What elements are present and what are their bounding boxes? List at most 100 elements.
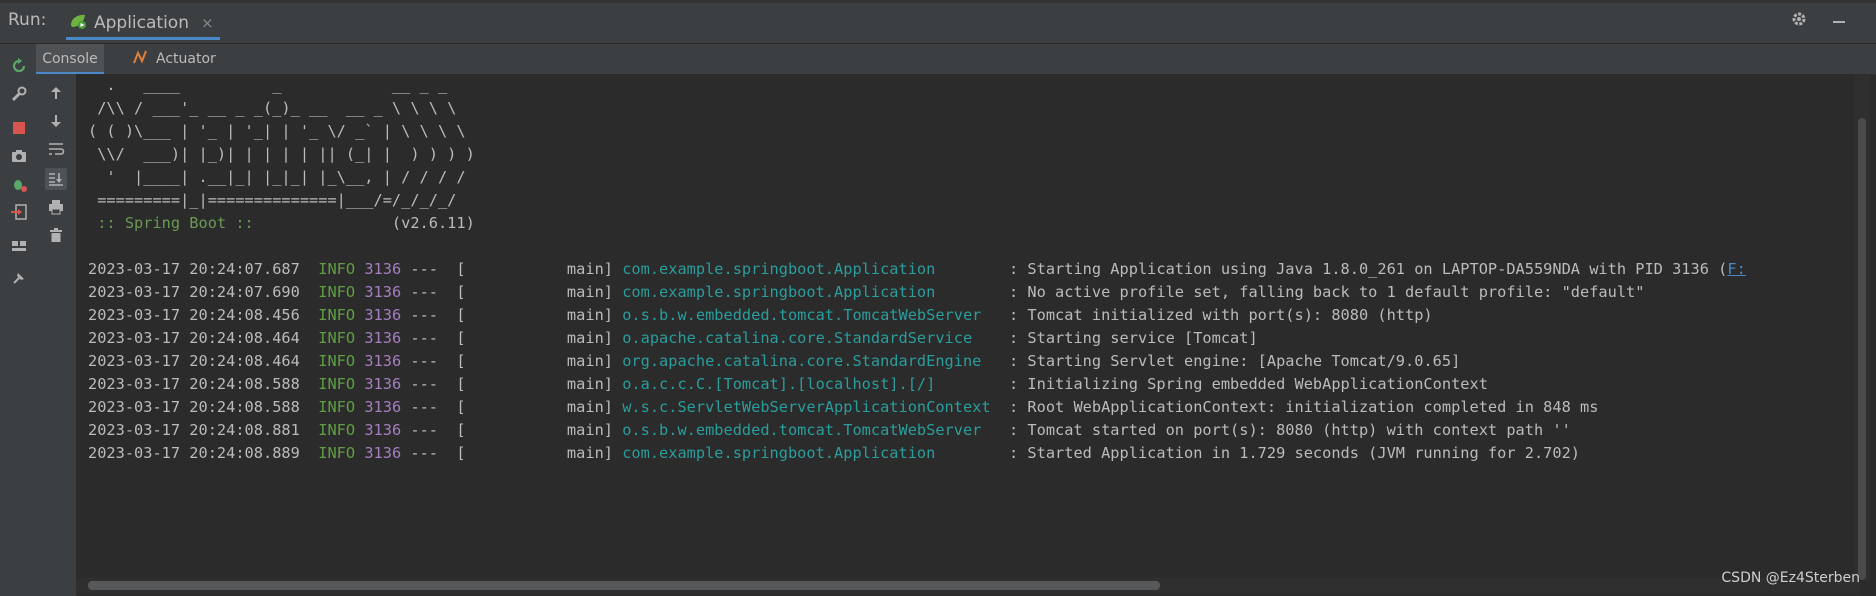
log-logger: o.s.b.w.embedded.tomcat.TomcatWebServer xyxy=(622,421,1000,439)
tab-console[interactable]: Console xyxy=(36,44,104,74)
run-toolbar: Run: Application × xyxy=(0,0,1876,44)
spring-boot-version: (v2.6.11) xyxy=(253,214,475,232)
log-row: 2023-03-17 20:24:08.889 INFO 3136 --- [ … xyxy=(88,444,1580,462)
log-message: : Started Application in 1.729 seconds (… xyxy=(999,444,1580,462)
log-thread: --- [ main] xyxy=(410,260,623,278)
log-timestamp: 2023-03-17 20:24:08.588 xyxy=(88,375,319,393)
log-logger: com.example.springboot.Application xyxy=(622,444,1000,462)
tab-application[interactable]: Application × xyxy=(62,6,224,40)
log-timestamp: 2023-03-17 20:24:08.889 xyxy=(88,444,319,462)
log-level: INFO xyxy=(318,352,365,370)
log-logger: com.example.springboot.Application xyxy=(622,260,1000,278)
banner-line: ( ( )\___ | '_ | '_| | '_ \/ _` | \ \ \ … xyxy=(88,122,466,140)
log-thread: --- [ main] xyxy=(410,306,623,324)
close-icon[interactable]: × xyxy=(201,14,214,32)
log-pid: 3136 xyxy=(364,375,411,393)
log-thread: --- [ main] xyxy=(410,421,623,439)
banner-line: =========|_|==============|___/=/_/_/_/ xyxy=(88,191,457,209)
horizontal-scrollbar[interactable] xyxy=(88,581,1160,590)
run-label: Run: xyxy=(8,10,47,30)
log-level: INFO xyxy=(318,283,365,301)
log-logger: com.example.springboot.Application xyxy=(622,283,1000,301)
log-logger: o.s.b.w.embedded.tomcat.TomcatWebServer xyxy=(622,306,1000,324)
log-message: : Tomcat initialized with port(s): 8080 … xyxy=(999,306,1433,324)
log-message: : Starting Application using Java 1.8.0_… xyxy=(999,260,1728,278)
vertical-scrollbar[interactable] xyxy=(1858,118,1866,580)
console-tabs: Console Actuator xyxy=(36,44,1876,75)
log-row: 2023-03-17 20:24:07.687 INFO 3136 --- [ … xyxy=(88,260,1746,278)
log-thread: --- [ main] xyxy=(410,398,623,416)
wrench-icon[interactable] xyxy=(9,84,29,104)
window-top-strip xyxy=(0,0,1876,3)
trash-icon[interactable] xyxy=(45,224,67,246)
log-message: : Starting Servlet engine: [Apache Tomca… xyxy=(999,352,1461,370)
console-output[interactable]: . ____ _ __ _ _ /\\ / ___'_ __ _ _(_)_ _… xyxy=(76,74,1860,580)
log-row: 2023-03-17 20:24:08.456 INFO 3136 --- [ … xyxy=(88,306,1433,324)
log-row: 2023-03-17 20:24:08.464 INFO 3136 --- [ … xyxy=(88,352,1460,370)
log-pid: 3136 xyxy=(364,306,411,324)
log-thread: --- [ main] xyxy=(410,375,623,393)
log-thread: --- [ main] xyxy=(410,283,623,301)
banner-line: . ____ _ __ _ _ xyxy=(88,76,448,94)
minimize-icon[interactable] xyxy=(1830,10,1848,33)
layout-icon[interactable] xyxy=(9,236,29,256)
banner-line: \\/ ___)| |_)| | | | | || (_| | ) ) ) ) xyxy=(88,145,475,163)
tab-console-label: Console xyxy=(42,51,98,67)
tab-actuator-label: Actuator xyxy=(156,51,216,67)
log-level: INFO xyxy=(318,375,365,393)
log-timestamp: 2023-03-17 20:24:08.464 xyxy=(88,329,319,347)
log-level: INFO xyxy=(318,398,365,416)
banner-line: /\\ / ___'_ __ _ _(_)_ __ __ _ \ \ \ \ xyxy=(88,99,457,117)
spring-boot-label: :: Spring Boot :: xyxy=(88,214,254,232)
log-level: INFO xyxy=(318,444,365,462)
log-row: 2023-03-17 20:24:08.464 INFO 3136 --- [ … xyxy=(88,329,1258,347)
active-tab-indicator xyxy=(66,37,220,40)
gear-icon[interactable] xyxy=(1790,10,1808,33)
arrow-up-icon[interactable] xyxy=(45,82,67,104)
log-timestamp: 2023-03-17 20:24:07.687 xyxy=(88,260,319,278)
log-pid: 3136 xyxy=(364,352,411,370)
stop-icon[interactable] xyxy=(9,118,29,138)
run-side-toolbar xyxy=(0,44,37,596)
rerun-icon[interactable] xyxy=(9,56,29,76)
log-message: : Starting service [Tomcat] xyxy=(999,329,1258,347)
log-level: INFO xyxy=(318,306,365,324)
log-file-link[interactable]: F: xyxy=(1727,260,1745,278)
scroll-to-end-icon[interactable] xyxy=(45,168,67,190)
log-logger: o.apache.catalina.core.StandardService xyxy=(622,329,1000,347)
log-row: 2023-03-17 20:24:07.690 INFO 3136 --- [ … xyxy=(88,283,1644,301)
soft-wrap-icon[interactable] xyxy=(45,138,67,160)
log-message: : Initializing Spring embedded WebApplic… xyxy=(999,375,1488,393)
log-level: INFO xyxy=(318,260,365,278)
log-timestamp: 2023-03-17 20:24:08.464 xyxy=(88,352,319,370)
log-message: : Root WebApplicationContext: initializa… xyxy=(999,398,1599,416)
log-message: : No active profile set, falling back to… xyxy=(999,283,1645,301)
pin-icon[interactable] xyxy=(9,268,29,288)
log-timestamp: 2023-03-17 20:24:07.690 xyxy=(88,283,319,301)
log-logger: w.s.c.ServletWebServerApplicationContext xyxy=(622,398,1000,416)
log-pid: 3136 xyxy=(364,283,411,301)
log-row: 2023-03-17 20:24:08.588 INFO 3136 --- [ … xyxy=(88,398,1598,416)
console-side-toolbar xyxy=(36,74,77,596)
arrow-down-icon[interactable] xyxy=(45,110,67,132)
tab-application-label: Application xyxy=(94,13,189,33)
log-pid: 3136 xyxy=(364,329,411,347)
tab-actuator[interactable]: Actuator xyxy=(132,44,216,74)
log-row: 2023-03-17 20:24:08.881 INFO 3136 --- [ … xyxy=(88,421,1571,439)
log-thread: --- [ main] xyxy=(410,444,623,462)
spring-boot-version-line: :: Spring Boot :: (v2.6.11) xyxy=(88,214,475,232)
watermark: CSDN @Ez4Sterben xyxy=(1721,570,1860,586)
log-pid: 3136 xyxy=(364,260,411,278)
log-message: : Tomcat started on port(s): 8080 (http)… xyxy=(999,421,1571,439)
actuator-icon xyxy=(132,49,150,69)
log-logger: org.apache.catalina.core.StandardEngine xyxy=(622,352,1000,370)
print-icon[interactable] xyxy=(45,196,67,218)
log-pid: 3136 xyxy=(364,444,411,462)
log-pid: 3136 xyxy=(364,421,411,439)
camera-icon[interactable] xyxy=(9,146,29,166)
log-timestamp: 2023-03-17 20:24:08.881 xyxy=(88,421,319,439)
exit-icon[interactable] xyxy=(9,202,29,222)
log-thread: --- [ main] xyxy=(410,329,623,347)
debug-icon[interactable] xyxy=(9,174,29,194)
log-level: INFO xyxy=(318,329,365,347)
